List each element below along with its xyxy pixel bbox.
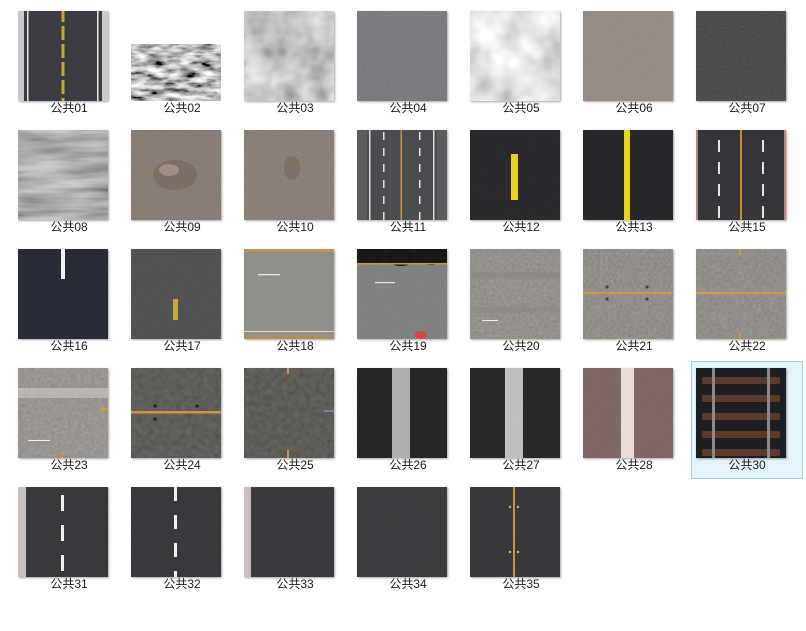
file-name: 公共32 <box>163 577 201 591</box>
file-item[interactable]: 公共35 <box>465 480 577 598</box>
file-thumbnail <box>244 487 334 577</box>
file-name: 公共16 <box>50 339 88 353</box>
file-item[interactable]: 公共06 <box>578 4 690 122</box>
file-item[interactable]: 公共11 <box>352 123 464 241</box>
file-thumbnail <box>696 130 786 220</box>
file-name: 公共24 <box>163 458 201 472</box>
file-thumbnail <box>357 249 447 339</box>
file-name: 公共17 <box>163 339 201 353</box>
file-thumbnail <box>131 11 221 101</box>
file-name: 公共05 <box>502 101 540 115</box>
file-name: 公共15 <box>728 220 766 234</box>
file-name: 公共25 <box>276 458 314 472</box>
file-name: 公共02 <box>163 101 201 115</box>
file-item[interactable]: 公共17 <box>126 242 238 360</box>
file-name: 公共31 <box>50 577 88 591</box>
file-name: 公共23 <box>50 458 88 472</box>
file-thumbnail <box>470 487 560 577</box>
file-item[interactable]: 公共07 <box>691 4 803 122</box>
file-item[interactable]: 公共27 <box>465 361 577 479</box>
file-item[interactable]: 公共05 <box>465 4 577 122</box>
file-item[interactable]: 公共26 <box>352 361 464 479</box>
file-name: 公共03 <box>276 101 314 115</box>
file-name: 公共12 <box>502 220 540 234</box>
file-thumbnail <box>131 368 221 458</box>
file-thumbnail <box>583 368 673 458</box>
file-thumbnail <box>244 249 334 339</box>
file-name: 公共13 <box>615 220 653 234</box>
file-name: 公共33 <box>276 577 314 591</box>
file-thumbnail <box>696 368 786 458</box>
file-thumbnail <box>470 368 560 458</box>
file-item[interactable]: 公共03 <box>239 4 351 122</box>
file-name: 公共04 <box>389 101 427 115</box>
file-item[interactable]: 公共31 <box>13 480 125 598</box>
file-item[interactable]: 公共18 <box>239 242 351 360</box>
file-thumbnail <box>357 11 447 101</box>
file-thumbnail <box>244 11 334 101</box>
file-item[interactable]: 公共15 <box>691 123 803 241</box>
file-name: 公共26 <box>389 458 427 472</box>
file-item[interactable]: 公共30 <box>691 361 803 479</box>
file-item[interactable]: 公共09 <box>126 123 238 241</box>
file-name: 公共27 <box>502 458 540 472</box>
file-thumbnail <box>696 11 786 101</box>
file-thumbnail <box>18 130 108 220</box>
file-thumbnail <box>18 368 108 458</box>
file-name: 公共22 <box>728 339 766 353</box>
file-item[interactable]: 公共33 <box>239 480 351 598</box>
file-item[interactable]: 公共24 <box>126 361 238 479</box>
file-thumbnail <box>470 249 560 339</box>
file-item[interactable]: 公共16 <box>13 242 125 360</box>
file-item[interactable]: 公共21 <box>578 242 690 360</box>
file-name: 公共18 <box>276 339 314 353</box>
file-item[interactable]: 公共02 <box>126 4 238 122</box>
file-item[interactable]: 公共25 <box>239 361 351 479</box>
file-item[interactable]: 公共19 <box>352 242 464 360</box>
file-item[interactable]: 公共08 <box>13 123 125 241</box>
file-name: 公共01 <box>50 101 88 115</box>
file-thumbnail <box>131 487 221 577</box>
file-name: 公共34 <box>389 577 427 591</box>
file-thumbnail <box>583 249 673 339</box>
file-thumbnail <box>583 11 673 101</box>
file-item[interactable]: 公共20 <box>465 242 577 360</box>
file-name: 公共09 <box>163 220 201 234</box>
file-thumbnail <box>18 487 108 577</box>
file-thumbnail <box>18 11 108 101</box>
file-thumbnail <box>131 249 221 339</box>
file-name: 公共19 <box>389 339 427 353</box>
file-name: 公共35 <box>502 577 540 591</box>
file-item[interactable]: 公共04 <box>352 4 464 122</box>
file-thumbnail <box>244 368 334 458</box>
file-name: 公共06 <box>615 101 653 115</box>
file-name: 公共20 <box>502 339 540 353</box>
file-item[interactable]: 公共10 <box>239 123 351 241</box>
file-name: 公共30 <box>728 458 766 472</box>
file-item[interactable]: 公共01 <box>13 4 125 122</box>
file-thumbnail <box>583 130 673 220</box>
file-item[interactable]: 公共28 <box>578 361 690 479</box>
file-item[interactable]: 公共34 <box>352 480 464 598</box>
file-item[interactable]: 公共22 <box>691 242 803 360</box>
file-item[interactable]: 公共12 <box>465 123 577 241</box>
file-thumbnail <box>18 249 108 339</box>
file-item[interactable]: 公共13 <box>578 123 690 241</box>
file-thumbnail <box>470 11 560 101</box>
file-name: 公共28 <box>615 458 653 472</box>
file-name: 公共11 <box>389 220 427 234</box>
file-name: 公共08 <box>50 220 88 234</box>
file-thumbnail <box>131 130 221 220</box>
file-thumbnail <box>357 487 447 577</box>
file-thumbnail <box>696 249 786 339</box>
file-thumbnail <box>357 368 447 458</box>
file-thumbnail <box>244 130 334 220</box>
file-item[interactable]: 公共23 <box>13 361 125 479</box>
file-thumbnail <box>470 130 560 220</box>
file-name: 公共07 <box>728 101 766 115</box>
file-item[interactable]: 公共32 <box>126 480 238 598</box>
file-thumbnail <box>357 130 447 220</box>
file-name: 公共10 <box>276 220 314 234</box>
file-name: 公共21 <box>615 339 653 353</box>
